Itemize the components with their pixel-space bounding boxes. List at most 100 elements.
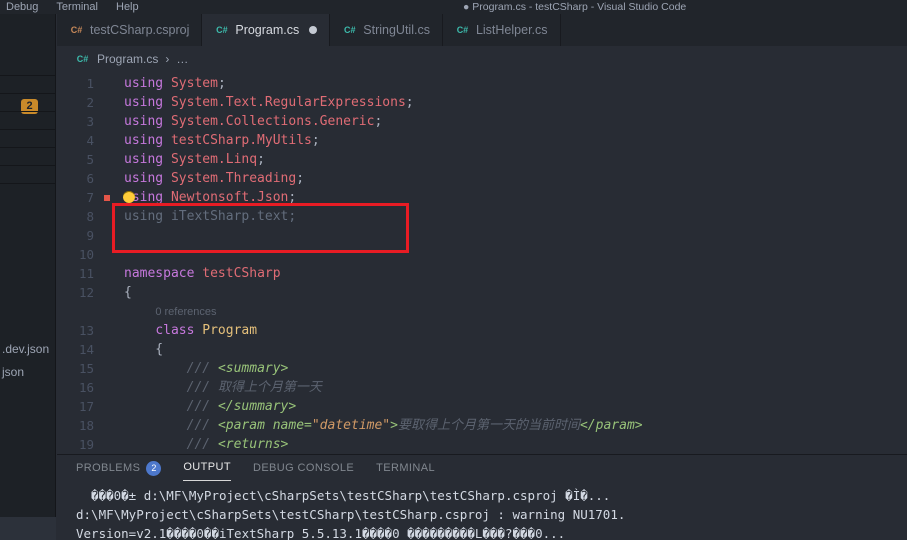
panel-tab-output[interactable]: OUTPUT bbox=[183, 455, 231, 481]
code-text: /// 取得上个月第一天 bbox=[107, 378, 322, 397]
breadcrumb-file[interactable]: Program.cs bbox=[97, 52, 158, 66]
code-line: 5using System.Linq; bbox=[57, 150, 907, 169]
line-number: 7 bbox=[57, 188, 107, 207]
sidebar-separator bbox=[0, 165, 56, 166]
code-line: 7using Newtonsoft.Json; bbox=[57, 188, 907, 207]
sidebar-separator bbox=[0, 93, 56, 94]
panel-tab-label: TERMINAL bbox=[376, 456, 435, 481]
output-line: d:\MF\MyProject\cSharpSets\testCSharp\te… bbox=[76, 505, 907, 524]
modified-dot-icon[interactable] bbox=[309, 26, 317, 34]
csproj-icon: C# bbox=[69, 25, 84, 35]
code-line: 10 bbox=[57, 245, 907, 264]
menu-help[interactable]: Help bbox=[116, 0, 139, 14]
breadcrumb[interactable]: C# Program.cs › … bbox=[57, 46, 907, 72]
line-number bbox=[57, 302, 107, 321]
tab-label: Program.cs bbox=[235, 23, 299, 37]
code-line: 13 class Program bbox=[57, 321, 907, 340]
sidebar-separator bbox=[0, 75, 56, 76]
panel-tab-problems[interactable]: PROBLEMS 2 bbox=[76, 455, 161, 481]
code-text: /// <returns> bbox=[107, 435, 288, 454]
window-title: ● Program.cs - testCSharp - Visual Studi… bbox=[463, 0, 686, 14]
breadcrumb-more[interactable]: … bbox=[176, 52, 188, 66]
line-number: 17 bbox=[57, 397, 107, 416]
menu-terminal[interactable]: Terminal bbox=[56, 0, 98, 14]
line-number: 4 bbox=[57, 131, 107, 150]
sidebar-file-item[interactable]: json bbox=[2, 365, 24, 379]
code-line: 4using testCSharp.MyUtils; bbox=[57, 131, 907, 150]
cs-file-icon: C# bbox=[75, 54, 90, 64]
panel-tab-label: OUTPUT bbox=[183, 455, 231, 480]
codelens-label[interactable]: 0 references bbox=[107, 302, 216, 321]
line-number: 10 bbox=[57, 245, 107, 264]
code-text bbox=[107, 226, 124, 245]
panel-tab-terminal[interactable]: TERMINAL bbox=[376, 455, 435, 481]
menu-debug[interactable]: Debug bbox=[6, 0, 38, 14]
line-number: 3 bbox=[57, 112, 107, 131]
panel-tab-label: DEBUG CONSOLE bbox=[253, 456, 354, 481]
code-line: 8using iTextSharp.text; bbox=[57, 207, 907, 226]
code-line: 3using System.Collections.Generic; bbox=[57, 112, 907, 131]
code-line: 9 bbox=[57, 226, 907, 245]
tab-label: ListHelper.cs bbox=[476, 23, 548, 37]
code-text: using System.Linq; bbox=[107, 150, 265, 169]
panel-tab-label: PROBLEMS bbox=[76, 456, 140, 481]
output-console[interactable]: ���0�± d:\MF\MyProject\cSharpSets\testCS… bbox=[57, 481, 907, 540]
cs-icon: C# bbox=[214, 25, 229, 35]
menu-bar: Debug Terminal Help bbox=[6, 0, 139, 14]
code-text bbox=[107, 245, 124, 264]
tab-label: StringUtil.cs bbox=[363, 23, 430, 37]
sidebar-separator bbox=[0, 147, 56, 148]
bottom-panel: PROBLEMS 2 OUTPUT DEBUG CONSOLE TERMINAL ���… bbox=[57, 454, 907, 540]
code-text: using System; bbox=[107, 74, 226, 93]
line-number: 11 bbox=[57, 264, 107, 283]
line-number: 13 bbox=[57, 321, 107, 340]
code-line: 15 /// <summary> bbox=[57, 359, 907, 378]
code-line: 12{ bbox=[57, 283, 907, 302]
code-text: using System.Threading; bbox=[107, 169, 304, 188]
cs-icon: C# bbox=[455, 25, 470, 35]
line-number: 16 bbox=[57, 378, 107, 397]
codelens-row: 0 references bbox=[57, 302, 907, 321]
line-number: 14 bbox=[57, 340, 107, 359]
sidebar-separator bbox=[0, 183, 56, 184]
line-number: 18 bbox=[57, 416, 107, 435]
line-number: 12 bbox=[57, 283, 107, 302]
lightbulb-icon[interactable] bbox=[123, 191, 135, 203]
sidebar-file-item[interactable]: .dev.json bbox=[2, 342, 49, 356]
output-line: Version=v2.1����0��iTextSharp 5.5.13.1��… bbox=[76, 524, 907, 540]
tab-bar: C# testCSharp.csproj C# Program.cs C# StringU… bbox=[57, 14, 907, 46]
line-number: 2 bbox=[57, 93, 107, 112]
line-number: 19 bbox=[57, 435, 107, 454]
tab-testCSharp.csproj[interactable]: C# testCSharp.csproj bbox=[57, 14, 202, 46]
cs-icon: C# bbox=[342, 25, 357, 35]
code-text: using Newtonsoft.Json; bbox=[107, 188, 296, 207]
error-marker-icon bbox=[104, 195, 110, 201]
problems-count-badge: 2 bbox=[146, 461, 161, 476]
output-line: ���0�± d:\MF\MyProject\cSharpSets\testCS… bbox=[76, 486, 907, 505]
code-text: /// <summary> bbox=[107, 359, 288, 378]
code-line: 14 { bbox=[57, 340, 907, 359]
code-line: 19 /// <returns> bbox=[57, 435, 907, 454]
tab-label: testCSharp.csproj bbox=[90, 23, 189, 37]
editor-group: C# testCSharp.csproj C# Program.cs C# StringU… bbox=[57, 14, 907, 540]
code-text: /// </summary> bbox=[107, 397, 296, 416]
line-number: 1 bbox=[57, 74, 107, 93]
chevron-right-icon: › bbox=[165, 52, 169, 66]
line-number: 9 bbox=[57, 226, 107, 245]
panel-tab-debug-console[interactable]: DEBUG CONSOLE bbox=[253, 455, 354, 481]
code-line: 11namespace testCSharp bbox=[57, 264, 907, 283]
line-number: 8 bbox=[57, 207, 107, 226]
code-text: using iTextSharp.text; bbox=[107, 207, 296, 226]
code-text: { bbox=[107, 283, 132, 302]
tab-Program.cs[interactable]: C# Program.cs bbox=[202, 14, 330, 46]
title-bar: Debug Terminal Help ● Program.cs - testCSh… bbox=[0, 0, 907, 14]
code-editor[interactable]: 1using System;2using System.Text.Regular… bbox=[57, 72, 907, 454]
line-number: 6 bbox=[57, 169, 107, 188]
sidebar[interactable]: 2 .dev.jsonjson bbox=[0, 14, 56, 540]
code-line: 16 /// 取得上个月第一天 bbox=[57, 378, 907, 397]
code-text: namespace testCSharp bbox=[107, 264, 281, 283]
tab-StringUtil.cs[interactable]: C# StringUtil.cs bbox=[330, 14, 443, 46]
sidebar-separator bbox=[0, 111, 56, 112]
code-text: { bbox=[107, 340, 163, 359]
tab-ListHelper.cs[interactable]: C# ListHelper.cs bbox=[443, 14, 561, 46]
